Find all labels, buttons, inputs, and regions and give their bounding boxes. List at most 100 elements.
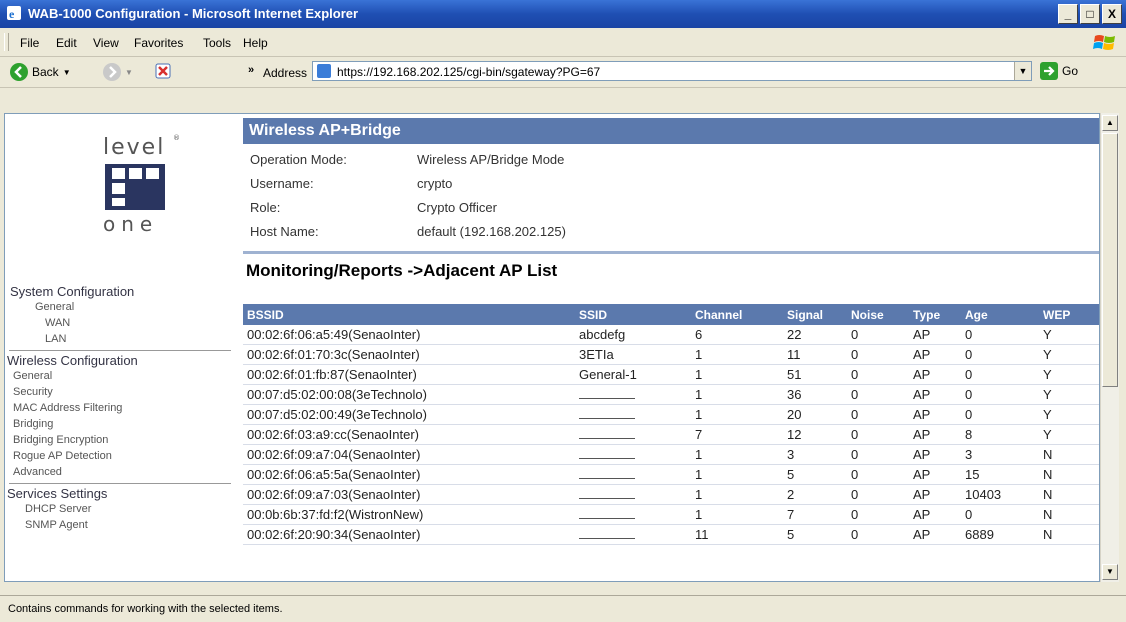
table-cell: 0: [847, 384, 909, 405]
table-cell: 7: [783, 504, 847, 525]
table-cell: N: [1039, 524, 1099, 545]
col-channel: Channel: [691, 304, 783, 325]
chevron-down-icon: ▼: [62, 67, 71, 77]
table-cell: AP: [909, 424, 961, 445]
scroll-up-icon[interactable]: ▲: [1102, 115, 1118, 131]
table-cell: 12: [783, 424, 847, 445]
nav-item-lan[interactable]: LAN: [5, 331, 235, 347]
blank-ssid-line: [579, 508, 635, 519]
back-button[interactable]: Back ▼: [10, 63, 71, 81]
nav-item-bridging-encryption[interactable]: Bridging Encryption: [5, 432, 235, 448]
table-cell: 10403: [961, 484, 1039, 505]
nav-section-wireless: Wireless Configuration: [7, 353, 138, 368]
table-cell: 8: [961, 424, 1039, 445]
address-bar[interactable]: https://192.168.202.125/cgi-bin/sgateway…: [312, 61, 1032, 81]
info-label: Host Name:: [250, 224, 319, 239]
table-cell: 1: [691, 464, 783, 485]
menu-edit[interactable]: Edit: [56, 36, 77, 50]
table-cell: [575, 484, 691, 505]
table-cell: AP: [909, 484, 961, 505]
forward-button[interactable]: ▼: [103, 63, 133, 81]
table-cell: N: [1039, 444, 1099, 465]
table-cell: Y: [1039, 424, 1099, 445]
svg-text:®: ®: [173, 134, 180, 142]
menu-tools[interactable]: Tools: [203, 36, 231, 50]
toolbar-chevron[interactable]: »: [248, 64, 254, 76]
menu-favorites[interactable]: Favorites: [134, 36, 183, 50]
table-cell: [575, 404, 691, 425]
table-cell: 0: [961, 504, 1039, 525]
scroll-thumb[interactable]: [1102, 133, 1118, 387]
table-cell: AP: [909, 344, 961, 365]
nav-item-bridging[interactable]: Bridging: [5, 416, 235, 432]
table-cell: 0: [847, 424, 909, 445]
table-row: 00:02:6f:09:a7:03(SenaoInter) 1 2 0 AP 10403 N: [243, 484, 1099, 505]
address-url[interactable]: https://192.168.202.125/cgi-bin/sgateway…: [337, 65, 600, 79]
table-row: 00:02:6f:20:90:34(SenaoInter) 11 5 0 AP 6889 N: [243, 524, 1099, 545]
table-cell: 6889: [961, 524, 1039, 545]
table-cell: 3: [961, 444, 1039, 465]
maximize-button[interactable]: □: [1080, 4, 1100, 24]
table-cell: 0: [847, 504, 909, 525]
table-cell: 1: [691, 404, 783, 425]
nav-item-rogue-ap-detection[interactable]: Rogue AP Detection: [5, 448, 235, 464]
nav-item-security[interactable]: Security: [5, 384, 235, 400]
table-cell: N: [1039, 504, 1099, 525]
table-cell: 0: [847, 524, 909, 545]
menu-file[interactable]: File: [20, 36, 39, 50]
address-dropdown-icon[interactable]: ▼: [1014, 62, 1031, 80]
nav-item-system-general[interactable]: General: [5, 299, 235, 315]
table-cell: AP: [909, 464, 961, 485]
table-cell: General-1: [575, 364, 691, 385]
table-cell: 3ETIa: [575, 344, 691, 365]
close-button[interactable]: X: [1102, 4, 1122, 24]
menu-view[interactable]: View: [93, 36, 119, 50]
info-label: Role:: [250, 200, 281, 215]
table-cell: 2: [783, 484, 847, 505]
go-arrow-icon: [1040, 62, 1058, 80]
table-cell: 0: [961, 325, 1039, 345]
table-row: 00:02:6f:06:a5:5a(SenaoInter) 1 5 0 AP 15 N: [243, 464, 1099, 485]
nav-item-wan[interactable]: WAN: [5, 315, 235, 331]
table-cell: 51: [783, 364, 847, 385]
blank-ssid-line: [579, 408, 635, 419]
nav-item-snmp-agent[interactable]: SNMP Agent: [5, 517, 235, 533]
stop-button[interactable]: [155, 63, 171, 79]
sidebar-nav: System Configuration General WAN LAN Wir…: [5, 284, 235, 533]
table-cell: 20: [783, 404, 847, 425]
table-cell: 00:02:6f:06:a5:5a(SenaoInter): [243, 464, 575, 485]
col-wep: WEP: [1039, 304, 1099, 325]
info-value: default (192.168.202.125): [417, 224, 566, 239]
scroll-down-icon[interactable]: ▼: [1102, 564, 1118, 580]
table-cell: AP: [909, 404, 961, 425]
menu-help[interactable]: Help: [243, 36, 268, 50]
nav-item-wireless-general[interactable]: General: [5, 368, 235, 384]
table-cell: 0: [961, 364, 1039, 385]
table-cell: 00:0b:6b:37:fd:f2(WistronNew): [243, 504, 575, 525]
info-row-username: Username: crypto: [250, 176, 452, 191]
vertical-scrollbar[interactable]: ▲ ▼: [1100, 113, 1119, 582]
table-cell: Y: [1039, 344, 1099, 365]
nav-item-dhcp-server[interactable]: DHCP Server: [5, 501, 235, 517]
table-cell: abcdefg: [575, 325, 691, 345]
table-cell: 00:02:6f:06:a5:49(SenaoInter): [243, 325, 575, 345]
nav-item-advanced[interactable]: Advanced: [5, 464, 235, 480]
table-cell: N: [1039, 464, 1099, 485]
col-signal: Signal: [783, 304, 847, 325]
minimize-button[interactable]: _: [1058, 4, 1078, 24]
table-cell: N: [1039, 484, 1099, 505]
table-row: 00:02:6f:09:a7:04(SenaoInter) 1 3 0 AP 3 N: [243, 444, 1099, 465]
info-row-role: Role: Crypto Officer: [250, 200, 497, 215]
table-cell: 15: [961, 464, 1039, 485]
table-cell: AP: [909, 444, 961, 465]
toolbar-grip: [4, 33, 9, 51]
section-divider: [243, 251, 1099, 254]
nav-item-mac-filtering[interactable]: MAC Address Filtering: [5, 400, 235, 416]
table-cell: 00:07:d5:02:00:08(3eTechnolo): [243, 384, 575, 405]
table-cell: [575, 384, 691, 405]
info-label: Operation Mode:: [250, 152, 347, 167]
table-cell: 1: [691, 344, 783, 365]
go-button[interactable]: Go: [1040, 62, 1078, 80]
table-cell: 0: [847, 484, 909, 505]
table-cell: AP: [909, 504, 961, 525]
